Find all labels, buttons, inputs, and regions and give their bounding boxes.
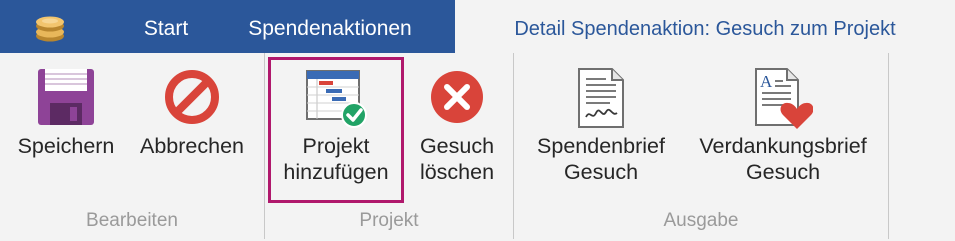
highlight-frame xyxy=(268,57,404,203)
spendenbrief-label: Spendenbrief Gesuch xyxy=(522,133,680,185)
gesuch-loeschen-label-line2: löschen xyxy=(419,160,495,184)
tab-spendenaktionen[interactable]: Spendenaktionen xyxy=(230,0,430,53)
spendenbrief-button[interactable]: Spendenbrief Gesuch xyxy=(522,53,680,201)
gesuch-loeschen-label-line1: Gesuch xyxy=(419,134,495,158)
letter-heart-icon: A xyxy=(755,68,813,129)
speichern-label: Speichern xyxy=(17,134,115,158)
svg-text:A: A xyxy=(760,72,773,91)
delete-x-icon xyxy=(431,71,483,123)
spendenbrief-label-line1: Spendenbrief xyxy=(537,134,665,158)
speichern-button[interactable]: Speichern xyxy=(8,53,124,201)
cancel-icon xyxy=(165,70,219,124)
ribbon-panel: Speichern Abbrechen Bearbeiten Projekt h xyxy=(0,53,955,241)
spendenbrief-label-line2: Gesuch xyxy=(563,160,639,184)
coins-icon xyxy=(36,16,64,42)
group-label-projekt: Projekt xyxy=(359,210,419,231)
verdankungsbrief-label-line2: Gesuch xyxy=(745,160,821,184)
group-separator xyxy=(888,53,889,239)
floppy-disk-icon xyxy=(38,69,94,125)
group-label-ausgabe: Ausgabe xyxy=(663,210,739,231)
group-label-bearbeiten: Bearbeiten xyxy=(86,210,178,231)
verdankungsbrief-label-line1: Verdankungsbrief xyxy=(699,134,867,158)
abbrechen-label: Abbrechen xyxy=(140,134,244,158)
abbrechen-button[interactable]: Abbrechen xyxy=(131,53,253,201)
gesuch-loeschen-label: Gesuch löschen xyxy=(410,133,504,185)
tab-start[interactable]: Start xyxy=(118,0,214,53)
signed-letter-icon xyxy=(578,68,624,128)
app-menu-button[interactable] xyxy=(0,0,108,53)
gesuch-loeschen-button[interactable]: Gesuch löschen xyxy=(410,53,504,201)
verdankungsbrief-button[interactable]: A Verdankungsbrief Gesuch xyxy=(686,53,880,201)
tab-detail-spendenaktion[interactable]: Detail Spendenaktion: Gesuch zum Projekt xyxy=(455,0,955,53)
verdankungsbrief-label: Verdankungsbrief Gesuch xyxy=(686,133,880,185)
ribbon-tab-bar: Start Spendenaktionen Detail Spendenakti… xyxy=(0,0,955,53)
